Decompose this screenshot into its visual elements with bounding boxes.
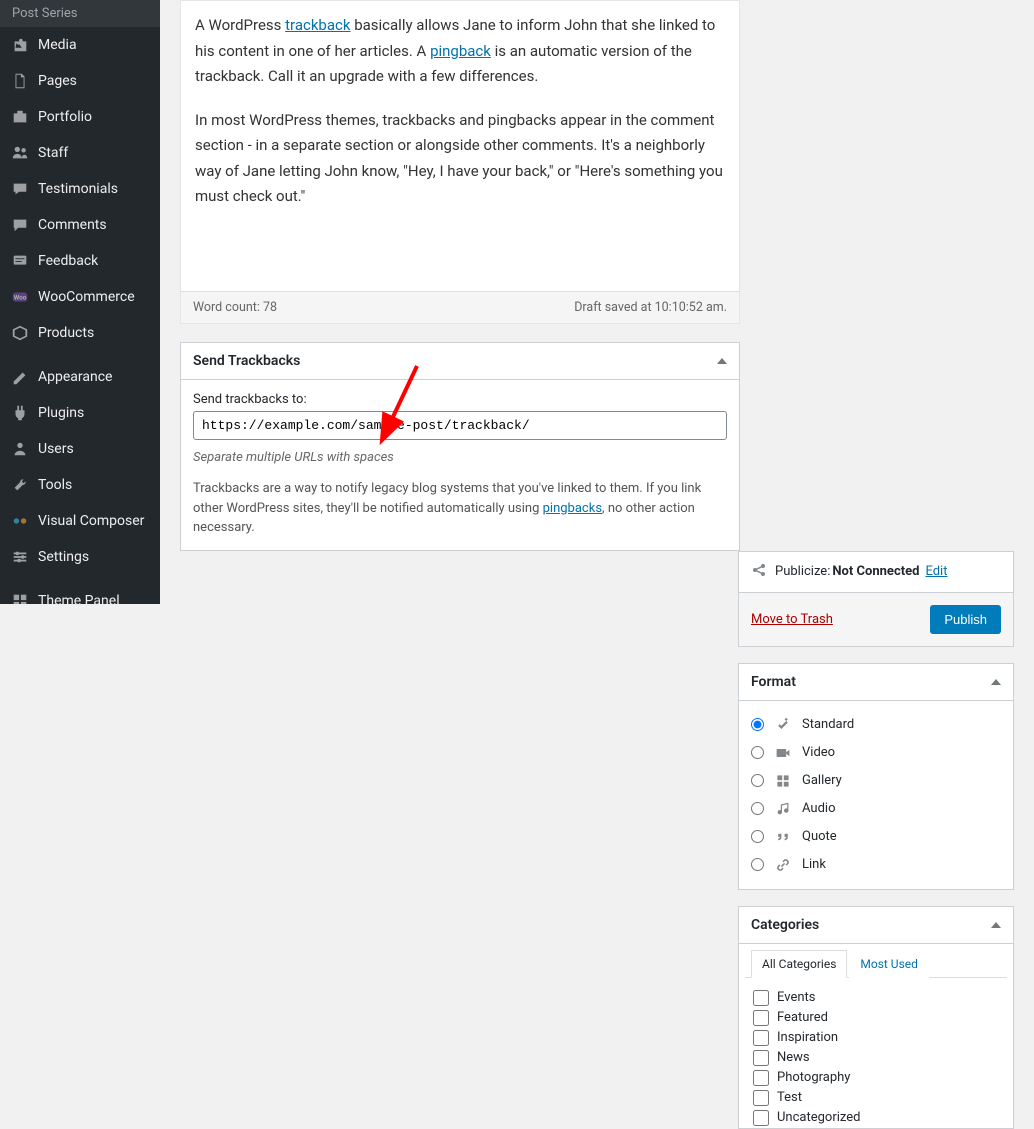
staff-icon xyxy=(10,143,30,163)
format-option-audio[interactable]: Audio xyxy=(751,795,1001,823)
category-test[interactable]: Test xyxy=(753,1088,999,1108)
category-inspiration[interactable]: Inspiration xyxy=(753,1028,999,1048)
format-option-link[interactable]: Link xyxy=(751,851,1001,879)
categories-header[interactable]: Categories xyxy=(739,907,1013,944)
move-to-trash-link[interactable]: Move to Trash xyxy=(751,612,833,627)
sidebar-item-settings[interactable]: Settings xyxy=(0,539,160,575)
audio-format-icon xyxy=(774,800,792,818)
format-option-quote[interactable]: Quote xyxy=(751,823,1001,851)
sidebar-item-woocommerce[interactable]: WooWooCommerce xyxy=(0,279,160,315)
editor-paragraph: In most WordPress themes, trackbacks and… xyxy=(195,108,725,210)
publicize-row: Publicize: Not Connected Edit xyxy=(738,551,1014,593)
category-uncategorized[interactable]: Uncategorized xyxy=(753,1108,999,1128)
trackback-link[interactable]: trackback xyxy=(285,16,350,34)
theme-icon xyxy=(10,591,30,611)
admin-sidebar: Post Series MediaPagesPortfolioStaffTest… xyxy=(0,0,160,604)
sidebar-item-testimonials[interactable]: Testimonials xyxy=(0,171,160,207)
share-icon xyxy=(751,562,767,582)
tab-all-categories[interactable]: All Categories xyxy=(751,950,847,978)
users-icon xyxy=(10,439,30,459)
category-news[interactable]: News xyxy=(753,1048,999,1068)
format-radio[interactable] xyxy=(751,746,764,759)
category-checkbox[interactable] xyxy=(753,1070,769,1086)
link-format-icon xyxy=(774,856,792,874)
comments-icon xyxy=(10,215,30,235)
tools-icon xyxy=(10,475,30,495)
format-radio[interactable] xyxy=(751,830,764,843)
sidebar-item-appearance[interactable]: Appearance xyxy=(0,359,160,395)
svg-text:Woo: Woo xyxy=(14,294,27,302)
plugins-icon xyxy=(10,403,30,423)
sidebar-item-theme-panel[interactable]: Theme Panel xyxy=(0,583,160,619)
editor-content[interactable]: A WordPress trackback basically allows J… xyxy=(181,1,739,291)
category-checkbox[interactable] xyxy=(753,990,769,1006)
word-count: 78 xyxy=(263,300,277,315)
standard-format-icon xyxy=(774,716,792,734)
tab-most-used[interactable]: Most Used xyxy=(849,950,929,978)
category-checkbox[interactable] xyxy=(753,1050,769,1066)
collapse-toggle-icon[interactable] xyxy=(991,922,1001,928)
sidebar-item-products[interactable]: Products xyxy=(0,315,160,351)
category-checkbox[interactable] xyxy=(753,1010,769,1026)
format-header[interactable]: Format xyxy=(739,664,1013,701)
testimonials-icon xyxy=(10,179,30,199)
send-trackbacks-metabox: Send Trackbacks Send trackbacks to: Sepa… xyxy=(180,342,740,551)
sidebar-item-tools[interactable]: Tools xyxy=(0,467,160,503)
post-editor: A WordPress trackback basically allows J… xyxy=(180,0,740,324)
media-icon xyxy=(10,35,30,55)
products-icon xyxy=(10,323,30,343)
publicize-edit-link[interactable]: Edit xyxy=(925,564,947,579)
portfolio-icon xyxy=(10,107,30,127)
video-format-icon xyxy=(774,744,792,762)
format-metabox: Format StandardVideoGalleryAudioQuoteLin… xyxy=(738,663,1014,890)
format-option-gallery[interactable]: Gallery xyxy=(751,767,1001,795)
category-checkbox[interactable] xyxy=(753,1030,769,1046)
sidebar-item-feedback[interactable]: Feedback xyxy=(0,243,160,279)
publicize-status: Not Connected xyxy=(832,564,919,579)
woo-icon: Woo xyxy=(10,287,30,307)
trackback-description: Trackbacks are a way to notify legacy bl… xyxy=(193,479,727,538)
feedback-icon xyxy=(10,251,30,271)
category-featured[interactable]: Featured xyxy=(753,1008,999,1028)
collapse-toggle-icon[interactable] xyxy=(717,358,727,364)
category-checkbox[interactable] xyxy=(753,1110,769,1126)
pingback-link[interactable]: pingback xyxy=(430,42,491,60)
sidebar-item-portfolio[interactable]: Portfolio xyxy=(0,99,160,135)
settings-icon xyxy=(10,547,30,567)
vc-icon xyxy=(10,511,30,531)
format-radio[interactable] xyxy=(751,858,764,871)
format-radio[interactable] xyxy=(751,718,764,731)
editor-status-bar: Word count: 78 Draft saved at 10:10:52 a… xyxy=(181,291,739,323)
format-radio[interactable] xyxy=(751,774,764,787)
format-option-video[interactable]: Video xyxy=(751,739,1001,767)
gallery-format-icon xyxy=(774,772,792,790)
category-photography[interactable]: Photography xyxy=(753,1068,999,1088)
trackback-url-input[interactable] xyxy=(193,411,727,440)
publish-button[interactable]: Publish xyxy=(930,605,1001,634)
category-events[interactable]: Events xyxy=(753,988,999,1008)
sidebar-item-comments[interactable]: Comments xyxy=(0,207,160,243)
trackback-hint: Separate multiple URLs with spaces xyxy=(193,450,727,465)
sidebar-item-users[interactable]: Users xyxy=(0,431,160,467)
format-option-standard[interactable]: Standard xyxy=(751,711,1001,739)
page-icon xyxy=(10,71,30,91)
draft-saved-time: Draft saved at 10:10:52 am. xyxy=(574,300,727,315)
category-checkbox[interactable] xyxy=(753,1090,769,1106)
sidebar-sub-post-series[interactable]: Post Series xyxy=(0,0,160,27)
sidebar-item-staff[interactable]: Staff xyxy=(0,135,160,171)
publish-actions: Move to Trash Publish xyxy=(738,593,1014,647)
pingbacks-link[interactable]: pingbacks xyxy=(543,501,602,516)
sidebar-item-plugins[interactable]: Plugins xyxy=(0,395,160,431)
appearance-icon xyxy=(10,367,30,387)
metabox-header[interactable]: Send Trackbacks xyxy=(181,343,739,380)
format-radio[interactable] xyxy=(751,802,764,815)
categories-metabox: Categories All Categories Most Used Even… xyxy=(738,906,1014,1129)
collapse-toggle-icon[interactable] xyxy=(991,679,1001,685)
trackback-label: Send trackbacks to: xyxy=(193,392,727,407)
sidebar-item-pages[interactable]: Pages xyxy=(0,63,160,99)
sidebar-item-visual-composer[interactable]: Visual Composer xyxy=(0,503,160,539)
sidebar-item-media[interactable]: Media xyxy=(0,27,160,63)
quote-format-icon xyxy=(774,828,792,846)
